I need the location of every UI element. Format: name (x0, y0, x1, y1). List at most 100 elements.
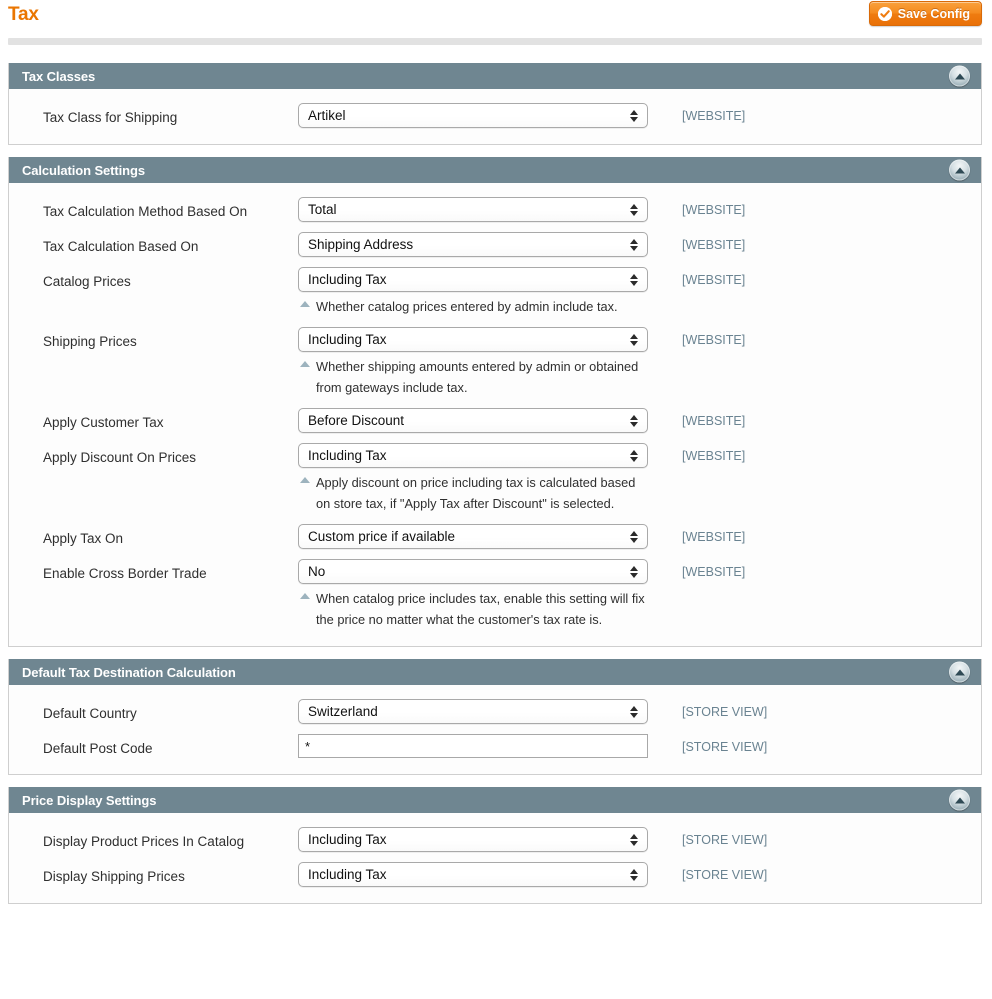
chevron-down-glyph (630, 456, 638, 462)
chevron-down-glyph (630, 572, 638, 578)
field-row: Default Country Switzerland [STORE VIEW] (9, 699, 981, 724)
select-apply-customer-tax[interactable]: Before Discount (298, 408, 648, 433)
section-title: Default Tax Destination Calculation (22, 664, 236, 680)
field-row: Tax Calculation Method Based On Total [WEB… (9, 197, 981, 222)
select-tax-calculation-based-on[interactable]: Shipping Address (298, 232, 648, 257)
select-apply-discount-on-prices[interactable]: Including Tax (298, 443, 648, 468)
field-label: Tax Calculation Method Based On (43, 204, 248, 219)
scope-label: [WEBSITE] (682, 238, 746, 252)
field-label: Tax Calculation Based On (43, 239, 199, 254)
section-header-tax-classes[interactable]: Tax Classes (9, 63, 981, 89)
collapse-up-icon[interactable] (949, 789, 970, 811)
field-hint: When catalog price includes tax, enable … (298, 588, 648, 630)
section-header-price-display-settings[interactable]: Price Display Settings (9, 787, 981, 813)
sections-container: Tax Classes Tax Class for Shipping Artikel… (0, 63, 992, 904)
field-row: Display Shipping Prices Including Tax [STO… (9, 862, 981, 887)
section-header-default-tax-destination-calculation[interactable]: Default Tax Destination Calculation (9, 659, 981, 685)
field-control: Total (298, 197, 648, 222)
chevron-up-glyph (630, 238, 638, 244)
hint-triangle-icon (300, 361, 310, 367)
scope-label: [WEBSITE] (682, 530, 746, 544)
field-row: Enable Cross Border Trade No When catalog … (9, 559, 981, 630)
field-label: Enable Cross Border Trade (43, 566, 207, 581)
triangle-up-glyph (954, 797, 965, 803)
section-header-calculation-settings[interactable]: Calculation Settings (9, 157, 981, 183)
chevron-up-glyph (630, 449, 638, 455)
select-default-country[interactable]: Switzerland (298, 699, 648, 724)
field-control (298, 734, 648, 758)
section-tax-classes: Tax Classes Tax Class for Shipping Artikel… (8, 63, 982, 145)
select-tax-calculation-method-based-on[interactable]: Total (298, 197, 648, 222)
page-title: Tax (8, 4, 39, 25)
chevron-updown-icon (630, 203, 638, 216)
chevron-up-glyph (630, 530, 638, 536)
select-display-product-prices-in-catalog[interactable]: Including Tax (298, 827, 648, 852)
chevron-up-glyph (630, 203, 638, 209)
field-control: Artikel (298, 103, 648, 128)
field-hint: Apply discount on price including tax is… (298, 472, 648, 514)
chevron-updown-icon (630, 333, 638, 346)
save-config-button[interactable]: Save Config (868, 1, 982, 26)
field-label: Apply Tax On (43, 531, 124, 546)
chevron-updown-icon (630, 705, 638, 718)
triangle-up-glyph (954, 167, 965, 173)
tax-config-page: Tax Save Config Tax Classes Tax Class for… (0, 0, 992, 999)
select-value: Including Tax (308, 448, 387, 463)
hint-triangle-icon (300, 477, 310, 483)
page-header: Tax Save Config (0, 0, 992, 34)
input-default-post-code[interactable] (298, 734, 648, 758)
triangle-up-glyph (954, 73, 965, 79)
field-label: Default Country (43, 706, 137, 721)
hint-text: Whether catalog prices entered by admin … (316, 299, 618, 314)
section-body-default-tax-destination-calculation: Default Country Switzerland [STORE VIEW] De… (9, 685, 981, 774)
select-apply-tax-on[interactable]: Custom price if available (298, 524, 648, 549)
select-value: Before Discount (308, 413, 405, 428)
field-row: Display Product Prices In Catalog Includi… (9, 827, 981, 852)
scope-label: [WEBSITE] (682, 333, 746, 347)
field-row: Default Post Code [STORE VIEW] (9, 734, 981, 758)
select-shipping-prices[interactable]: Including Tax (298, 327, 648, 352)
collapse-up-icon[interactable] (949, 65, 970, 87)
select-enable-cross-border-trade[interactable]: No (298, 559, 648, 584)
chevron-down-glyph (630, 210, 638, 216)
field-control: Custom price if available (298, 524, 648, 549)
section-price-display-settings: Price Display Settings Display Product Pr… (8, 787, 982, 904)
field-label: Shipping Prices (43, 334, 137, 349)
field-label: Apply Discount On Prices (43, 450, 197, 465)
chevron-down-glyph (630, 421, 638, 427)
field-row: Tax Class for Shipping Artikel [WEBSITE] (9, 103, 981, 128)
collapse-up-icon[interactable] (949, 661, 970, 683)
scope-label: [STORE VIEW] (682, 705, 768, 719)
chevron-updown-icon (630, 449, 638, 462)
scope-label: [WEBSITE] (682, 565, 746, 579)
field-control: Including Tax Apply discount on price inc… (298, 443, 648, 514)
select-value: Artikel (308, 108, 346, 123)
field-control: Including Tax Whether shipping amounts en… (298, 327, 648, 398)
chevron-updown-icon (630, 414, 638, 427)
select-display-shipping-prices[interactable]: Including Tax (298, 862, 648, 887)
chevron-updown-icon (630, 109, 638, 122)
section-title: Calculation Settings (22, 162, 145, 178)
field-row: Apply Customer Tax Before Discount [WEBSIT… (9, 408, 981, 433)
field-control: Before Discount (298, 408, 648, 433)
chevron-up-glyph (630, 868, 638, 874)
field-label: Display Shipping Prices (43, 869, 185, 884)
select-value: Custom price if available (308, 529, 456, 544)
chevron-down-glyph (630, 712, 638, 718)
section-default-tax-destination-calculation: Default Tax Destination Calculation Defau… (8, 659, 982, 775)
scope-label: [STORE VIEW] (682, 868, 768, 882)
select-value: Switzerland (308, 704, 378, 719)
select-tax-class-for-shipping[interactable]: Artikel (298, 103, 648, 128)
field-row: Catalog Prices Including Tax Whether catal… (9, 267, 981, 317)
chevron-down-glyph (630, 537, 638, 543)
select-value: Including Tax (308, 332, 387, 347)
field-control: Including Tax Whether catalog prices ente… (298, 267, 648, 317)
select-catalog-prices[interactable]: Including Tax (298, 267, 648, 292)
select-value: Total (308, 202, 337, 217)
collapse-up-icon[interactable] (949, 159, 970, 181)
field-row: Tax Calculation Based On Shipping Address… (9, 232, 981, 257)
field-label: Display Product Prices In Catalog (43, 834, 245, 849)
chevron-up-glyph (630, 705, 638, 711)
scope-label: [STORE VIEW] (682, 833, 768, 847)
chevron-up-glyph (630, 565, 638, 571)
